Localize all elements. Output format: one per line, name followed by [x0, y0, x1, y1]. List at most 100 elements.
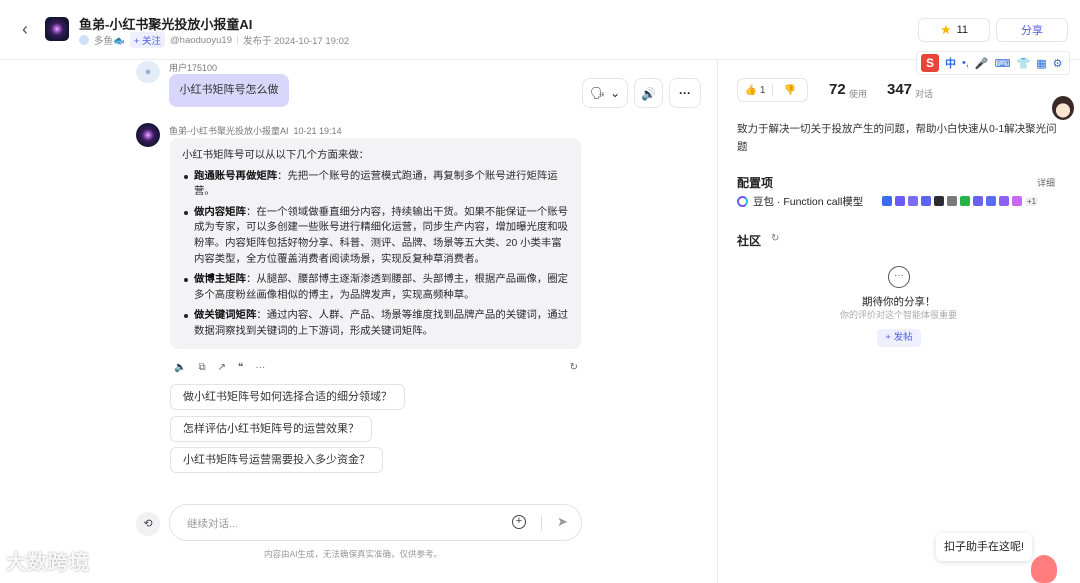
new-chat-icon[interactable]: ⟲ [136, 512, 160, 536]
plugin-icon[interactable] [934, 196, 944, 206]
plugin-icon[interactable] [908, 196, 918, 206]
plugin-icon[interactable] [921, 196, 931, 206]
more-dots-icon[interactable]: ··· [255, 362, 265, 373]
read-aloud-icon[interactable]: 🔈 [174, 362, 186, 373]
back-arrow-icon[interactable]: ‹ [16, 20, 34, 38]
chat-bubble-icon: ··· [888, 266, 910, 288]
input-divider [541, 515, 542, 531]
keyboard-icon[interactable]: ⌨ [995, 57, 1011, 70]
chevron-down-icon: ⌄ [610, 86, 621, 100]
settings-icon[interactable]: ⚙ [1053, 57, 1063, 70]
more-button[interactable]: ··· [669, 78, 701, 108]
plugin-icon[interactable] [973, 196, 983, 206]
suggestion-3[interactable]: 小红书矩阵号运营需要投入多少资金？ [170, 447, 383, 473]
plugin-icon[interactable] [986, 196, 996, 206]
bot-message-avatar [136, 123, 160, 147]
bot-message: 小红书矩阵号可以从以下几个方面来做： 跑通账号再做矩阵：先把一个账号的运营模式跑… [170, 138, 581, 349]
suggestion-1[interactable]: 做小红书矩阵号如何选择合适的细分领域？ [170, 384, 405, 410]
bot-message-header: 鱼弟-小红书聚光投放小报童AI 10-21 19:14 [169, 124, 342, 137]
publish-date: 发布于 2024-10-17 19:02 [242, 36, 350, 47]
voice-select-button[interactable]: 🗣 ⌄ [582, 78, 628, 108]
skin-icon[interactable]: 👕 [1017, 57, 1031, 70]
dislike-button[interactable]: 👎 [773, 85, 807, 96]
point-text: ：在一个领域做垂直细分内容，持续输出干货。如果不能保证一个账号成为专家，可以多创… [194, 206, 569, 265]
voice-icon: 🗣 [589, 86, 606, 100]
bot-message-name: 鱼弟-小红书聚光投放小报童AI [169, 126, 289, 136]
point-title: 做关键词矩阵 [194, 310, 257, 322]
helper-tooltip[interactable]: 扣子助手在这呢! [936, 533, 1032, 561]
config-title: 配置项 [737, 176, 774, 190]
suggestion-2[interactable]: 怎样评估小红书矩阵号的运营效果？ [170, 416, 372, 442]
favorite-count: 11 [956, 24, 969, 36]
favorite-button[interactable]: ★ 11 [918, 18, 990, 42]
rating-box: 👍 1 👎 [737, 78, 808, 102]
attach-plus-icon[interactable]: + [512, 515, 526, 529]
plugin-icon[interactable] [1012, 196, 1022, 206]
answer-list: 跑通账号再做矩阵：先把一个账号的运营模式跑通，再复制多个账号进行矩阵运营。 做内… [182, 169, 569, 340]
community-empty-title: 期待你的分享！ [862, 296, 936, 308]
doubao-logo-icon [737, 196, 748, 207]
more-dots-icon: ··· [679, 86, 691, 100]
community-title: 社区 [737, 234, 762, 248]
bot-avatar [45, 17, 69, 41]
chat-input-placeholder: 继续对话... [187, 518, 238, 530]
ime-toolbar: S 中 •, 🎤 ⌨ 👕 ▦ ⚙ [916, 51, 1070, 75]
like-count: 1 [759, 84, 766, 96]
refresh-icon[interactable]: ↻ [771, 233, 779, 244]
meta-divider [236, 35, 238, 45]
panel-divider [717, 60, 718, 583]
author-handle: @haoduoyu19 [170, 34, 232, 46]
user-name: 用户175100 [169, 63, 218, 73]
plugin-icon[interactable] [895, 196, 905, 206]
point-text: ：从腿部、腰部博主逐渐渗透到腰部、头部博主，根据产品画像，圈定多个高度粉丝画像相… [194, 274, 569, 301]
sogou-logo-icon[interactable]: S [921, 54, 939, 72]
like-button[interactable]: 👍 1 [738, 85, 772, 96]
speaker-icon: 🔊 [641, 87, 656, 101]
ime-mode-toggle[interactable]: 中 [945, 55, 956, 71]
app-window: ‹ 鱼弟-小红书聚光投放小报童AI 多鱼🐟 + 关注 @haoduoyu19 发… [0, 0, 1080, 583]
list-item: 做博主矩阵：从腿部、腰部博主逐渐渗透到腰部、头部博主，根据产品画像，圈定多个高度… [182, 272, 569, 303]
share-icon[interactable]: ↗ [218, 362, 226, 373]
grid-icon[interactable]: ▦ [1036, 57, 1046, 70]
bot-meta: 多鱼🐟 + 关注 @haoduoyu19 发布于 2024-10-17 19:0… [79, 32, 350, 48]
plugin-icon[interactable] [882, 196, 892, 206]
bot-description: 致力于解决一切关于投放产生的问题，帮助小白快速从0-1解决聚光问题 [737, 123, 1057, 153]
star-icon: ★ [939, 22, 952, 37]
plugin-icon[interactable] [960, 196, 970, 206]
watermark: 大数跨境 [6, 552, 90, 574]
ai-disclaimer: 内容由AI生成，无法确保真实准确，仅供参考。 [264, 549, 443, 559]
plugins-more-badge[interactable]: +1 [1025, 196, 1039, 206]
user-message: 小红书矩阵号怎么做 [169, 74, 289, 107]
speaker-button[interactable]: 🔊 [634, 78, 663, 108]
share-button[interactable]: 分享 [996, 18, 1068, 42]
config-detail-link[interactable]: 详细 [1037, 176, 1055, 189]
plugin-list: +1 [882, 196, 1039, 206]
message-actions: 🔈 ⧉ ↗ ❝ ··· ↻ [174, 360, 578, 374]
send-icon[interactable]: ➤ [557, 514, 568, 530]
author-name[interactable]: 多鱼🐟 [94, 33, 125, 47]
uses-count: 72 [829, 81, 846, 98]
post-button[interactable]: + 发帖 [877, 329, 921, 347]
follow-button[interactable]: + 关注 [129, 32, 166, 48]
copy-icon[interactable]: ⧉ [198, 362, 205, 373]
model-info: 豆包 · Function call模型 [737, 194, 863, 209]
punctuation-icon[interactable]: •, [962, 57, 969, 69]
user-avatar-icon: ● [136, 61, 160, 83]
microphone-icon[interactable]: 🎤 [975, 57, 989, 70]
author-avatar [79, 35, 89, 45]
bot-title: 鱼弟-小红书聚光投放小报童AI [79, 17, 253, 32]
chat-input[interactable]: 继续对话... + ➤ [169, 504, 582, 541]
list-item: 做内容矩阵：在一个领域做垂直细分内容，持续输出干货。如果不能保证一个账号成为专家… [182, 205, 569, 267]
community-empty-subtitle: 你的评价对这个智能体很重要 [840, 310, 958, 320]
regenerate-icon[interactable]: ↻ [570, 362, 578, 373]
assistant-avatar[interactable] [1052, 96, 1074, 120]
uses-label: 使用 [849, 89, 868, 99]
model-name: 豆包 · Function call模型 [753, 196, 864, 208]
conversations-label: 对话 [915, 89, 934, 99]
plugin-icon[interactable] [947, 196, 957, 206]
quote-icon[interactable]: ❝ [238, 362, 243, 373]
helper-mascot-icon[interactable] [1031, 555, 1057, 583]
plugin-icon[interactable] [999, 196, 1009, 206]
thumbs-up-icon: 👍 [744, 84, 758, 96]
conversations-count: 347 [887, 81, 913, 98]
